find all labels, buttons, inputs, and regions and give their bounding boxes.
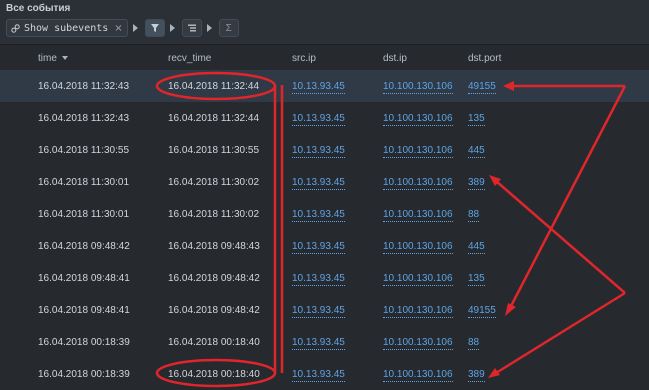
cell-recv-time: 16.04.2018 09:48:42 [168, 305, 260, 316]
cell-time: 16.04.2018 11:32:43 [38, 113, 130, 124]
cell-src-ip[interactable]: 10.13.93.45 [292, 145, 345, 158]
table-row[interactable]: 16.04.2018 00:18:39 16.04.2018 00:18:40 10… [0, 358, 649, 390]
table-row[interactable]: 16.04.2018 11:30:55 16.04.2018 11:30:55 10… [0, 134, 649, 166]
top-panel: Все события Show subevents × Σ [0, 0, 649, 45]
cell-dst-ip[interactable]: 10.100.130.106 [383, 145, 453, 158]
filter-icon [150, 23, 160, 33]
cell-dst-port[interactable]: 445 [468, 145, 485, 158]
cell-time: 16.04.2018 09:48:41 [38, 273, 130, 284]
cell-recv-time: 16.04.2018 11:30:55 [168, 145, 260, 156]
chevron-right-icon [206, 24, 212, 32]
cell-dst-ip[interactable]: 10.100.130.106 [383, 113, 453, 126]
cell-recv-time: 16.04.2018 11:32:44 [168, 81, 260, 92]
show-subevents-chip[interactable]: Show subevents × [6, 19, 128, 37]
cell-src-ip[interactable]: 10.13.93.45 [292, 241, 345, 254]
cell-dst-port[interactable]: 49155 [468, 305, 496, 318]
cell-recv-time: 16.04.2018 11:32:44 [168, 113, 260, 124]
cell-recv-time: 16.04.2018 00:18:40 [168, 337, 260, 348]
column-header-dst-ip[interactable]: dst.ip [383, 53, 407, 64]
cell-time: 16.04.2018 09:48:42 [38, 241, 130, 252]
cell-src-ip[interactable]: 10.13.93.45 [292, 113, 345, 126]
cell-time: 16.04.2018 00:18:39 [38, 337, 130, 348]
cell-src-ip[interactable]: 10.13.93.45 [292, 177, 345, 190]
cell-dst-ip[interactable]: 10.100.130.106 [383, 273, 453, 286]
group-button[interactable] [181, 19, 202, 37]
cell-src-ip[interactable]: 10.13.93.45 [292, 81, 345, 94]
cell-recv-time: 16.04.2018 11:30:02 [168, 177, 260, 188]
cell-time: 16.04.2018 11:30:55 [38, 145, 130, 156]
filter-button[interactable] [144, 19, 165, 37]
column-header-src-ip[interactable]: src.ip [292, 53, 316, 64]
table-row[interactable]: 16.04.2018 09:48:41 16.04.2018 09:48:42 10… [0, 262, 649, 294]
cell-src-ip[interactable]: 10.13.93.45 [292, 209, 345, 222]
cell-recv-time: 16.04.2018 09:48:43 [168, 241, 260, 252]
cell-src-ip[interactable]: 10.13.93.45 [292, 305, 345, 318]
table-row[interactable]: 16.04.2018 11:30:01 16.04.2018 11:30:02 10… [0, 166, 649, 198]
toolbar: Show subevents × Σ [6, 19, 239, 37]
table-row[interactable]: 16.04.2018 09:48:42 16.04.2018 09:48:43 10… [0, 230, 649, 262]
cell-time: 16.04.2018 11:30:01 [38, 177, 130, 188]
cell-dst-ip[interactable]: 10.100.130.106 [383, 337, 453, 350]
table-row[interactable]: 16.04.2018 00:18:39 16.04.2018 00:18:40 10… [0, 326, 649, 358]
cell-dst-port[interactable]: 389 [468, 177, 485, 190]
cell-dst-port[interactable]: 88 [468, 209, 480, 222]
cell-recv-time: 16.04.2018 00:18:40 [168, 369, 260, 380]
cell-dst-port[interactable]: 88 [468, 337, 480, 350]
cell-time: 16.04.2018 00:18:39 [38, 369, 130, 380]
cell-dst-ip[interactable]: 10.100.130.106 [383, 369, 453, 382]
cell-recv-time: 16.04.2018 09:48:42 [168, 273, 260, 284]
cell-src-ip[interactable]: 10.13.93.45 [292, 337, 345, 350]
cell-dst-ip[interactable]: 10.100.130.106 [383, 81, 453, 94]
chevron-right-icon [132, 24, 138, 32]
table-row[interactable]: 16.04.2018 11:30:01 16.04.2018 11:30:02 10… [0, 198, 649, 230]
cell-dst-port[interactable]: 135 [468, 273, 485, 286]
cell-time: 16.04.2018 09:48:41 [38, 305, 130, 316]
cell-dst-ip[interactable]: 10.100.130.106 [383, 241, 453, 254]
sigma-icon: Σ [225, 22, 232, 34]
cell-dst-ip[interactable]: 10.100.130.106 [383, 177, 453, 190]
cell-dst-port[interactable]: 445 [468, 241, 485, 254]
column-label: time [38, 53, 57, 64]
cell-dst-ip[interactable]: 10.100.130.106 [383, 305, 453, 318]
cell-dst-port[interactable]: 135 [468, 113, 485, 126]
chevron-right-icon [169, 24, 175, 32]
column-header-dst-port[interactable]: dst.port [468, 53, 501, 64]
column-header-time[interactable]: time [38, 53, 68, 64]
cell-dst-port[interactable]: 49155 [468, 81, 496, 94]
table-row[interactable]: 16.04.2018 11:32:43 16.04.2018 11:32:44 10… [0, 102, 649, 134]
cell-time: 16.04.2018 11:30:01 [38, 209, 130, 220]
group-icon [187, 23, 197, 33]
table-row[interactable]: 16.04.2018 11:32:43 16.04.2018 11:32:44 10… [0, 70, 649, 102]
close-icon[interactable]: × [114, 23, 122, 34]
table-header: time recv_time src.ip dst.ip dst.port [0, 46, 649, 71]
column-header-recv-time[interactable]: recv_time [168, 53, 211, 64]
page-title: Все события [6, 3, 71, 14]
cell-src-ip[interactable]: 10.13.93.45 [292, 273, 345, 286]
aggregate-button[interactable]: Σ [218, 19, 239, 37]
sort-down-icon [61, 56, 68, 60]
link-icon [11, 23, 20, 33]
table-row[interactable]: 16.04.2018 09:48:41 16.04.2018 09:48:42 10… [0, 294, 649, 326]
cell-dst-ip[interactable]: 10.100.130.106 [383, 209, 453, 222]
cell-recv-time: 16.04.2018 11:30:02 [168, 209, 260, 220]
cell-dst-port[interactable]: 389 [468, 369, 485, 382]
show-subevents-label: Show subevents [24, 22, 109, 34]
cell-time: 16.04.2018 11:32:43 [38, 81, 130, 92]
cell-src-ip[interactable]: 10.13.93.45 [292, 369, 345, 382]
